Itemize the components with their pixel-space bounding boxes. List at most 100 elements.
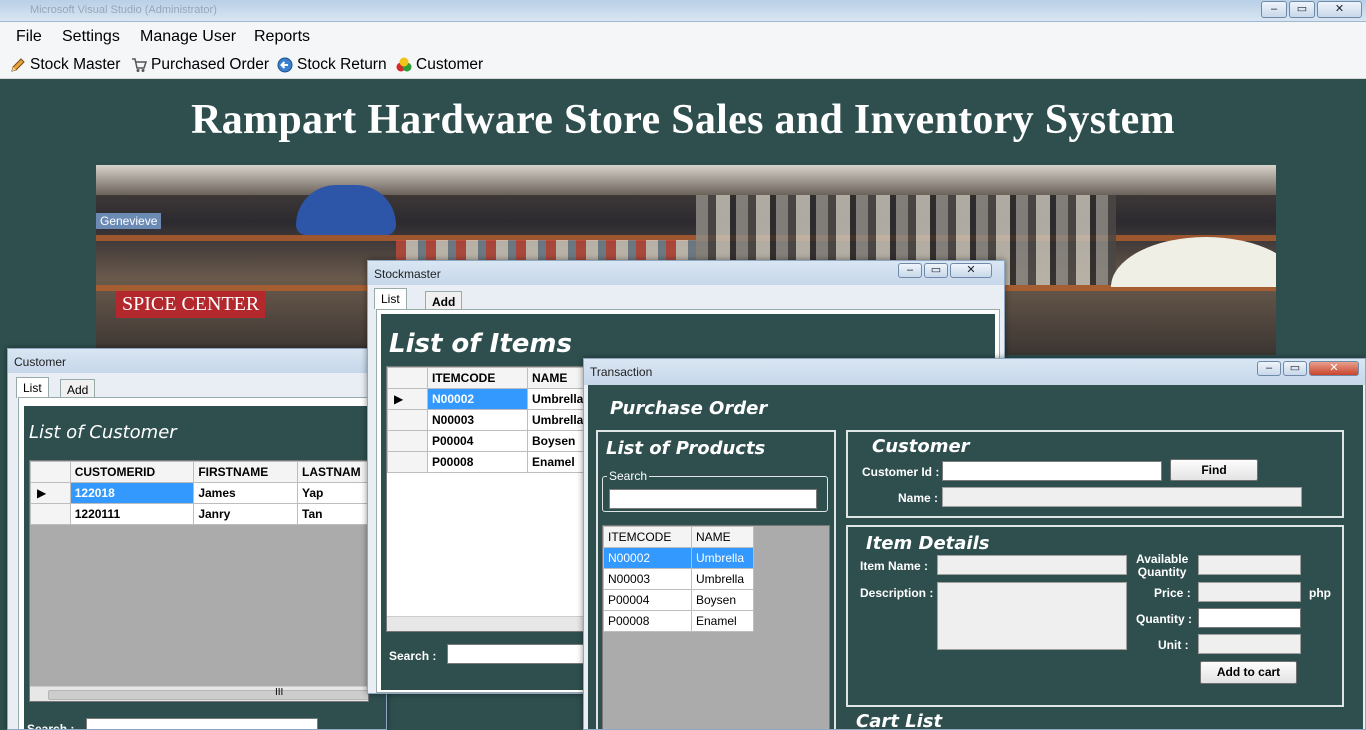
table-row[interactable]: ▶ 122018 James Yap	[30, 482, 368, 504]
customer-name-field[interactable]	[942, 487, 1302, 507]
available-label-line2: Quantity	[1137, 565, 1187, 579]
scroll-grip: III	[275, 687, 284, 698]
customer-window-titlebar[interactable]: Customer	[8, 349, 386, 373]
quantity-input[interactable]	[1198, 608, 1301, 628]
available-quantity-field[interactable]	[1198, 555, 1301, 575]
table-row[interactable]: P00004 Boysen	[387, 430, 608, 452]
scroll-thumb[interactable]	[48, 690, 368, 700]
minimize-icon: ‒	[906, 264, 914, 276]
cell-name[interactable]: Enamel	[691, 610, 754, 632]
cell-itemcode[interactable]: P00008	[603, 610, 692, 632]
cell-itemcode[interactable]: N00002	[603, 547, 692, 569]
menu-settings[interactable]: Settings	[62, 28, 120, 46]
stockmaster-close-button[interactable]: ✕	[950, 263, 992, 278]
cell-lastname[interactable]: Tan	[297, 503, 368, 525]
col-firstname[interactable]: FIRSTNAME	[193, 461, 299, 483]
banner-genevieve-sign: Genevieve	[96, 213, 162, 229]
cell-itemcode[interactable]: P00004	[603, 589, 692, 611]
product-search-group: Search	[602, 469, 828, 512]
maximize-button[interactable]: ▭	[1289, 1, 1315, 18]
price-label: Price :	[1154, 586, 1191, 600]
cell-itemcode[interactable]: N00003	[603, 568, 692, 590]
item-name-field[interactable]	[937, 555, 1127, 575]
table-row[interactable]: N00003 Umbrella	[603, 568, 754, 590]
products-group: List of Products Search ITEMCODE NAME N0…	[596, 430, 836, 729]
cell-name[interactable]: Boysen	[691, 589, 754, 611]
customer-id-input[interactable]	[942, 461, 1162, 481]
toolbar-customer[interactable]: Customer	[396, 56, 483, 74]
col-customerid[interactable]: CUSTOMERID	[69, 461, 195, 483]
table-row[interactable]: ▶ N00002 Umbrella	[387, 388, 608, 410]
add-to-cart-button[interactable]: Add to cart	[1200, 661, 1297, 684]
menu-manage-user[interactable]: Manage User	[140, 28, 236, 46]
menu-file[interactable]: File	[16, 28, 42, 46]
table-row[interactable]: P00004 Boysen	[603, 589, 754, 611]
toolbar-stock-return-label: Stock Return	[297, 56, 387, 73]
find-button[interactable]: Find	[1170, 459, 1258, 481]
cell-itemcode[interactable]: P00004	[427, 430, 528, 452]
product-search-label: Search	[607, 469, 650, 483]
description-field[interactable]	[937, 582, 1127, 650]
stockmaster-maximize-button[interactable]: ▭	[924, 263, 948, 278]
col-itemcode[interactable]: ITEMCODE	[603, 526, 692, 548]
stockmaster-window-titlebar[interactable]: Stockmaster ‒ ▭ ✕	[368, 261, 1004, 285]
col-itemcode[interactable]: ITEMCODE	[427, 367, 528, 389]
customer-icon	[396, 57, 412, 72]
customer-group: Customer Customer Id : Find Name :	[846, 430, 1344, 518]
purchase-order-heading: Purchase Order	[610, 398, 768, 419]
col-name[interactable]: NAME	[691, 526, 754, 548]
customer-name-label: Name :	[898, 491, 939, 505]
customer-panel: List of Customer CUSTOMERID FIRSTNAME LA…	[24, 406, 386, 730]
table-row[interactable]: N00003 Umbrella	[387, 409, 608, 431]
quantity-label: Quantity :	[1136, 612, 1192, 626]
cell-itemcode[interactable]: P00008	[427, 451, 528, 473]
cell-itemcode[interactable]: N00002	[427, 388, 528, 410]
minimize-button[interactable]: ‒	[1261, 1, 1287, 18]
cell-firstname[interactable]: James	[193, 482, 299, 504]
customer-tab-add[interactable]: Add	[60, 379, 96, 399]
toolbar: Stock Master Purchased Order Stock Retur…	[0, 51, 1366, 79]
transaction-minimize-button[interactable]: ‒	[1257, 361, 1281, 376]
cell-lastname[interactable]: Yap	[297, 482, 368, 504]
cell-name[interactable]: Umbrella	[691, 568, 754, 590]
stock-tab-add[interactable]: Add	[425, 291, 463, 311]
transaction-panel: Purchase Order List of Products Search I…	[588, 385, 1363, 730]
customer-tab-list[interactable]: List	[16, 377, 49, 398]
toolbar-stock-return[interactable]: Stock Return	[277, 56, 387, 74]
close-button[interactable]: ✕	[1317, 1, 1362, 18]
customer-grid-hscrollbar[interactable]: III	[30, 686, 368, 701]
transaction-close-button[interactable]: ✕	[1309, 361, 1359, 376]
close-icon: ✕	[1334, 3, 1345, 15]
cell-firstname[interactable]: Janry	[193, 503, 299, 525]
stock-list-heading: List of Items	[389, 329, 572, 359]
table-row[interactable]: P00008 Enamel	[387, 451, 608, 473]
stock-tab-list[interactable]: List	[374, 288, 407, 309]
toolbar-purchased-order-label: Purchased Order	[151, 56, 270, 73]
col-lastname[interactable]: LASTNAM	[297, 461, 368, 483]
table-row[interactable]: P00008 Enamel	[603, 610, 754, 632]
cell-itemcode[interactable]: N00003	[427, 409, 528, 431]
customer-grid[interactable]: CUSTOMERID FIRSTNAME LASTNAM ▶ 122018 Ja…	[29, 460, 369, 702]
cart-list-heading: Cart List	[856, 711, 943, 730]
product-search-input[interactable]	[609, 489, 817, 509]
item-details-heading: Item Details	[866, 533, 990, 554]
table-row[interactable]: 1220111 Janry Tan	[30, 503, 368, 525]
back-arrow-icon	[277, 57, 293, 73]
toolbar-purchased-order[interactable]: Purchased Order	[131, 56, 269, 74]
unit-field[interactable]	[1198, 634, 1301, 654]
customer-search-input[interactable]	[86, 718, 318, 729]
cell-customerid[interactable]: 122018	[69, 482, 195, 504]
cell-name[interactable]: Umbrella	[691, 547, 754, 569]
transaction-window-titlebar[interactable]: Transaction ‒ ▭ ✕	[584, 359, 1365, 385]
item-details-group: Item Details Item Name : Description : A…	[846, 525, 1344, 707]
stockmaster-minimize-button[interactable]: ‒	[898, 263, 922, 278]
price-field[interactable]	[1198, 582, 1301, 602]
toolbar-stock-master[interactable]: Stock Master	[10, 56, 120, 74]
menu-reports[interactable]: Reports	[254, 28, 310, 46]
customer-id-label: Customer Id :	[862, 465, 940, 479]
transaction-maximize-button[interactable]: ▭	[1283, 361, 1307, 376]
table-row[interactable]: N00002 Umbrella	[603, 547, 754, 569]
cell-customerid[interactable]: 1220111	[69, 503, 195, 525]
product-grid[interactable]: ITEMCODE NAME N00002 Umbrella N00003 Umbre…	[602, 525, 830, 729]
customer-search-label: Search :	[27, 722, 75, 730]
